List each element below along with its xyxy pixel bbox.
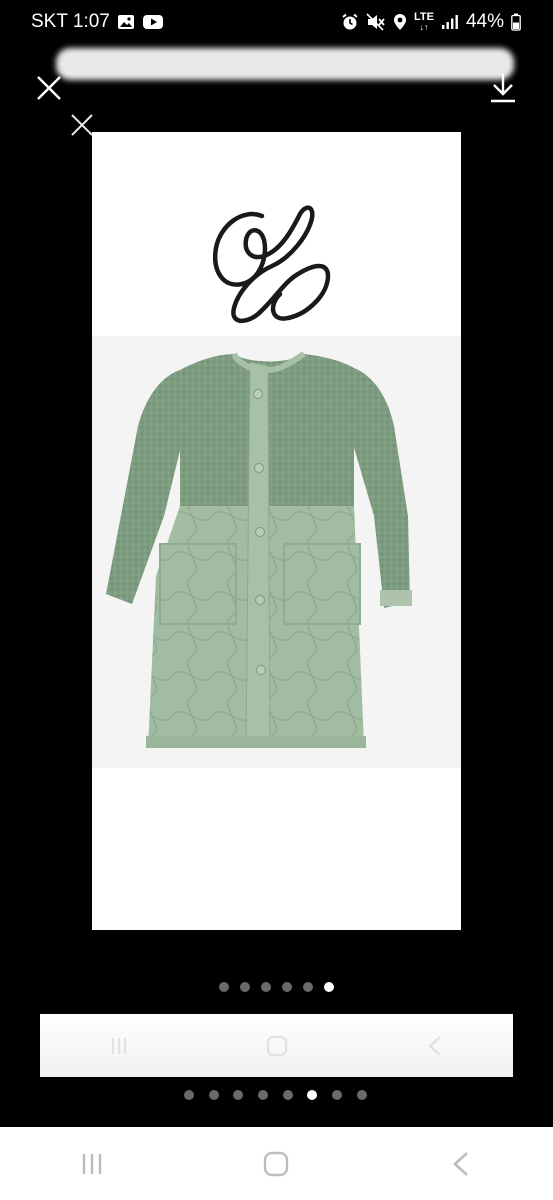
back-button[interactable] <box>431 1139 491 1189</box>
embedded-nav-strip <box>40 1014 513 1077</box>
close-viewer-button[interactable] <box>31 70 67 106</box>
recent-apps-icon <box>82 1153 102 1174</box>
battery-icon <box>511 13 521 31</box>
page-dot <box>282 1090 293 1100</box>
location-icon <box>394 14 406 30</box>
post-pagination <box>184 1090 367 1100</box>
page-dot <box>219 982 229 992</box>
home-button[interactable] <box>246 1139 306 1189</box>
page-dot-active <box>324 982 334 992</box>
home-icon <box>264 1151 289 1176</box>
page-dot <box>184 1090 194 1100</box>
status-bar: SKT 1:07 LTE ↓↑ 44% <box>0 0 553 44</box>
page-dot-active <box>307 1090 318 1100</box>
recent-apps-icon <box>111 1037 126 1054</box>
alarm-icon <box>342 13 358 30</box>
blurred-header <box>56 48 514 80</box>
youtube-icon <box>142 15 163 29</box>
gallery-icon <box>117 15 134 29</box>
status-left: SKT 1:07 <box>31 11 164 33</box>
page-dot <box>258 1090 269 1100</box>
mute-icon <box>366 13 385 31</box>
back-icon <box>428 1035 441 1056</box>
image-pagination <box>219 982 334 992</box>
page-dot <box>356 1090 367 1100</box>
product-photo <box>92 336 461 768</box>
page-dot <box>282 982 292 992</box>
page-dot <box>332 1090 343 1100</box>
page-dot <box>240 982 250 992</box>
recent-apps-button[interactable] <box>62 1139 122 1189</box>
network-label: LTE ↓↑ <box>414 11 434 33</box>
battery-percent: 44% <box>465 11 504 32</box>
scribble-mark <box>212 205 331 323</box>
home-icon <box>267 1035 288 1056</box>
system-navigation-bar <box>0 1127 553 1200</box>
coat-illustration <box>106 351 412 748</box>
status-right: LTE ↓↑ 44% <box>341 11 521 33</box>
signal-icon <box>441 15 458 29</box>
close-icon <box>37 76 61 100</box>
image-viewer[interactable] <box>92 132 461 930</box>
page-dot <box>261 982 271 992</box>
page-dot <box>233 1090 244 1100</box>
download-icon <box>491 74 515 103</box>
page-dot <box>303 982 313 992</box>
carrier-time: SKT 1:07 <box>31 11 110 32</box>
download-button[interactable] <box>485 70 521 106</box>
back-icon <box>452 1151 468 1176</box>
page-dot <box>208 1090 219 1100</box>
